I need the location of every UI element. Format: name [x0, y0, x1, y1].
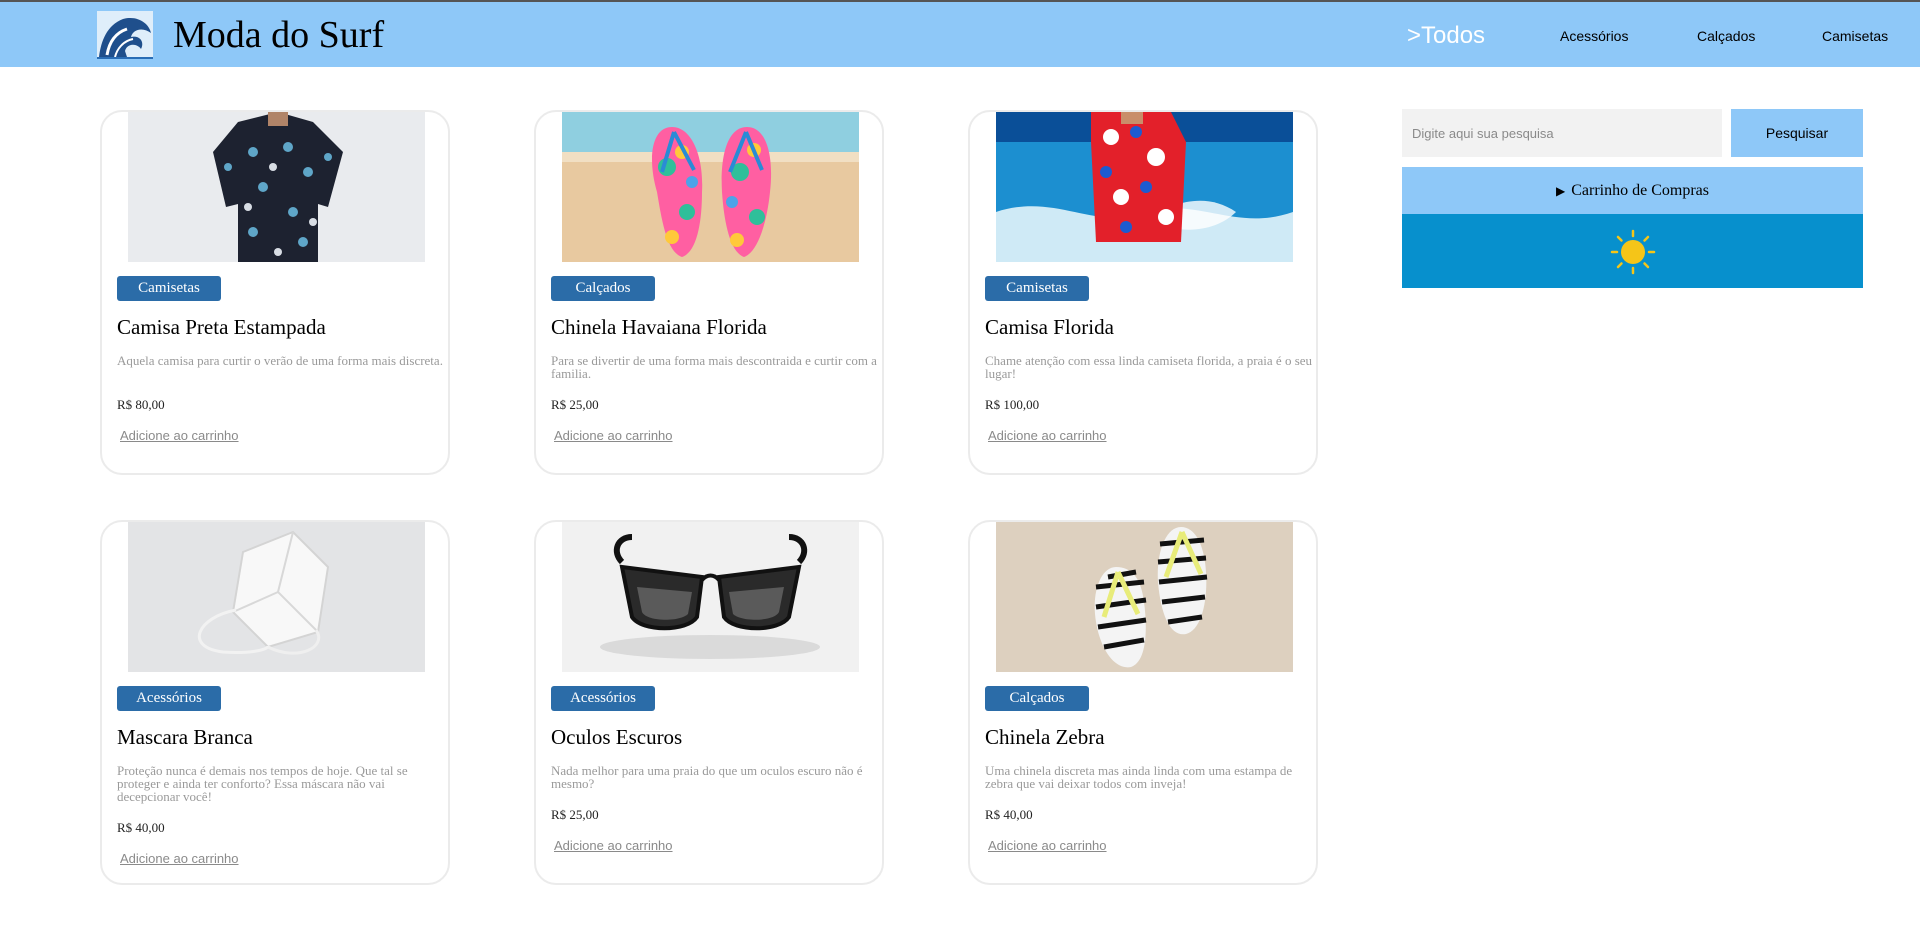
- product-description: Nada melhor para uma praia do que um ocu…: [551, 763, 863, 791]
- product-card: Calçados Chinela Havaiana Florida Para s…: [534, 110, 884, 475]
- product-price: R$ 80,00: [117, 397, 165, 412]
- product-card: Calçados Chinela Zebra Uma chinela discr…: [968, 520, 1318, 885]
- product-title: Camisa Preta Estampada: [117, 315, 326, 339]
- product-image: [128, 112, 425, 262]
- black-printed-shirt-icon: [128, 112, 425, 262]
- add-to-cart-link[interactable]: Adicione ao carrinho: [554, 838, 673, 853]
- add-to-cart-link[interactable]: Adicione ao carrinho: [988, 428, 1107, 443]
- product-card: Acessórios Mascara Branca Proteção nunca…: [100, 520, 450, 885]
- product-price: R$ 25,00: [551, 807, 599, 822]
- product-price: R$ 25,00: [551, 397, 599, 412]
- sun-icon: [1610, 229, 1656, 275]
- category-badge: Acessórios: [551, 686, 655, 711]
- category-badge: Acessórios: [117, 686, 221, 711]
- triangle-right-icon: ▶: [1556, 184, 1566, 198]
- cart-label: Carrinho de Compras: [1571, 182, 1709, 199]
- product-image: [128, 522, 425, 672]
- add-to-cart-link[interactable]: Adicione ao carrinho: [554, 428, 673, 443]
- add-to-cart-link[interactable]: Adicione ao carrinho: [120, 428, 239, 443]
- product-price: R$ 100,00: [985, 397, 1040, 412]
- product-image: [562, 522, 859, 672]
- weather-panel: [1402, 214, 1863, 288]
- zebra-flip-flops-icon: [996, 522, 1293, 672]
- product-card: Camisetas Camisa Florida Chame atenção c…: [968, 110, 1318, 475]
- shopping-cart-toggle[interactable]: ▶ Carrinho de Compras: [1402, 167, 1863, 214]
- product-card: Acessórios Oculos Escuros Nada melhor pa…: [534, 520, 884, 885]
- product-title: Mascara Branca: [117, 725, 253, 749]
- product-image: [996, 112, 1293, 262]
- product-title: Chinela Havaiana Florida: [551, 315, 767, 339]
- category-badge: Calçados: [985, 686, 1089, 711]
- product-title: Camisa Florida: [985, 315, 1114, 339]
- product-description: Uma chinela discreta mas ainda linda com…: [985, 763, 1293, 791]
- search-button[interactable]: Pesquisar: [1731, 109, 1863, 157]
- product-card: Camisetas Camisa Preta Estampada Aquela …: [100, 110, 450, 475]
- product-image: [996, 522, 1293, 672]
- sunglasses-icon: [562, 522, 859, 672]
- add-to-cart-link[interactable]: Adicione ao carrinho: [120, 851, 239, 866]
- nav-camisetas[interactable]: Camisetas: [1822, 28, 1888, 44]
- product-title: Chinela Zebra: [985, 725, 1105, 749]
- category-badge: Calçados: [551, 276, 655, 301]
- search-input[interactable]: [1402, 109, 1722, 157]
- product-title: Oculos Escuros: [551, 725, 683, 749]
- nav-acessorios[interactable]: Acessórios: [1560, 28, 1628, 44]
- white-mask-icon: [128, 522, 425, 672]
- floral-shirt-icon: [996, 112, 1293, 262]
- nav-calcados[interactable]: Calçados: [1697, 28, 1755, 44]
- product-price: R$ 40,00: [117, 820, 165, 835]
- product-description: Proteção nunca é demais nos tempos de ho…: [117, 763, 408, 804]
- nav-todos[interactable]: >Todos: [1407, 22, 1485, 50]
- floral-flip-flops-icon: [562, 112, 859, 262]
- category-badge: Camisetas: [117, 276, 221, 301]
- category-badge: Camisetas: [985, 276, 1089, 301]
- wave-logo-icon: [97, 11, 153, 59]
- product-price: R$ 40,00: [985, 807, 1033, 822]
- add-to-cart-link[interactable]: Adicione ao carrinho: [988, 838, 1107, 853]
- product-description: Chame atenção com essa linda camiseta fl…: [985, 353, 1313, 381]
- header: Moda do Surf >Todos Acessórios Calçados …: [0, 2, 1920, 67]
- brand-title: Moda do Surf: [173, 14, 385, 56]
- product-description: Para se divertir de uma forma mais desco…: [551, 353, 877, 381]
- product-image: [562, 112, 859, 262]
- product-description: Aquela camisa para curtir o verão de uma…: [117, 353, 443, 368]
